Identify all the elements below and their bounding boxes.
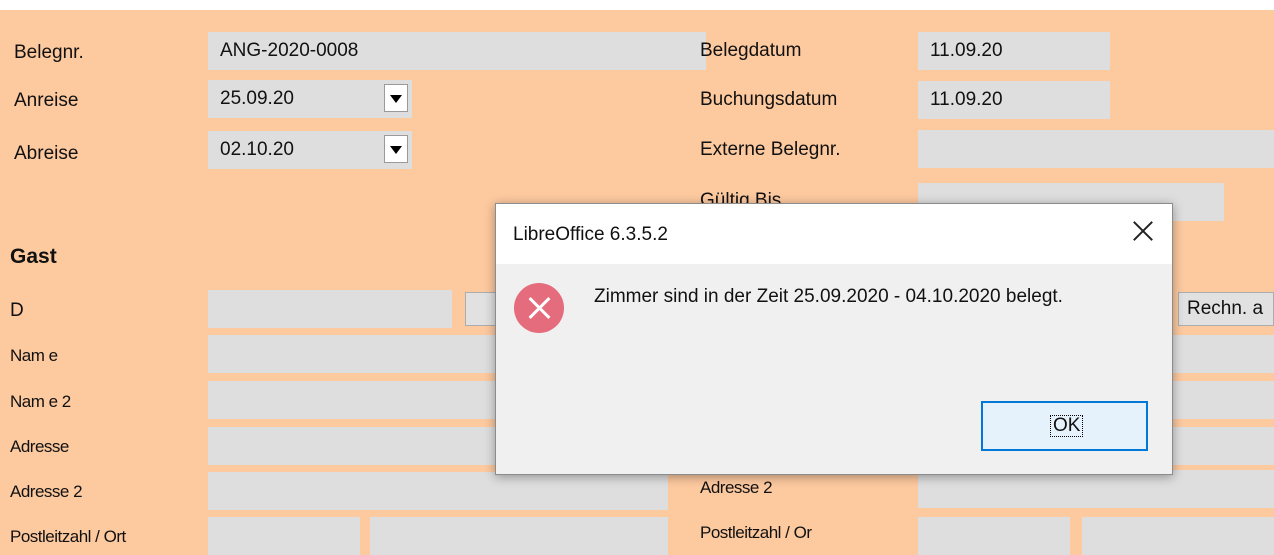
gast-name-label: Nam e	[10, 346, 58, 365]
dialog-title: LibreOffice 6.3.5.2	[513, 224, 668, 245]
anreise-field[interactable]: 25.09.20	[208, 80, 412, 118]
anreise-dropdown-icon[interactable]	[384, 84, 408, 112]
rechn-plz-label: Postleitzahl / Or	[700, 523, 812, 542]
abreise-field[interactable]: 02.10.20	[208, 131, 412, 169]
error-dialog: LibreOffice 6.3.5.2 Zimmer sind in der Z…	[495, 203, 1173, 475]
dialog-titlebar: LibreOffice 6.3.5.2	[496, 204, 1172, 264]
rechn-plz-field[interactable]	[918, 517, 1070, 555]
ok-button-label: OK	[1050, 415, 1084, 437]
gast-ort-field[interactable]	[370, 517, 668, 555]
belegnr-field[interactable]: ANG-2020-0008	[208, 32, 706, 70]
belegdatum-label: Belegdatum	[700, 40, 802, 61]
error-icon	[514, 283, 564, 333]
anreise-label: Anreise	[14, 90, 79, 111]
gast-heading: Gast	[10, 245, 57, 268]
gast-adresse2-field[interactable]	[208, 472, 668, 510]
externe-belegnr-label: Externe Belegnr.	[700, 139, 841, 160]
buchungsdatum-label: Buchungsdatum	[700, 89, 838, 110]
rechn-button[interactable]: Rechn. a	[1178, 292, 1274, 326]
gast-plz-field[interactable]	[208, 517, 360, 555]
belegdatum-field[interactable]: 11.09.20	[918, 32, 1110, 70]
rechn-adresse2-label: Adresse 2	[700, 478, 773, 497]
gast-id-field[interactable]	[208, 290, 452, 328]
externe-belegnr-field[interactable]	[918, 130, 1274, 168]
abreise-label: Abreise	[14, 143, 79, 164]
dialog-message: Zimmer sind in der Zeit 25.09.2020 - 04.…	[594, 286, 1063, 307]
gast-plz-label: Postleitzahl / Ort	[10, 527, 126, 546]
buchungsdatum-field[interactable]: 11.09.20	[918, 81, 1110, 119]
gast-adresse-label: Adresse	[10, 437, 69, 456]
rechn-adresse2-field[interactable]	[918, 470, 1274, 508]
belegnr-label: Belegnr.	[14, 42, 84, 63]
top-strip	[0, 0, 1274, 10]
close-icon[interactable]	[1130, 218, 1156, 244]
gast-adresse2-label: Adresse 2	[10, 482, 83, 501]
gast-name2-label: Nam e 2	[10, 392, 71, 411]
abreise-dropdown-icon[interactable]	[384, 135, 408, 163]
gast-id-label: D	[10, 300, 24, 321]
rechn-ort-field[interactable]	[1082, 517, 1274, 555]
ok-button[interactable]: OK	[981, 401, 1148, 451]
